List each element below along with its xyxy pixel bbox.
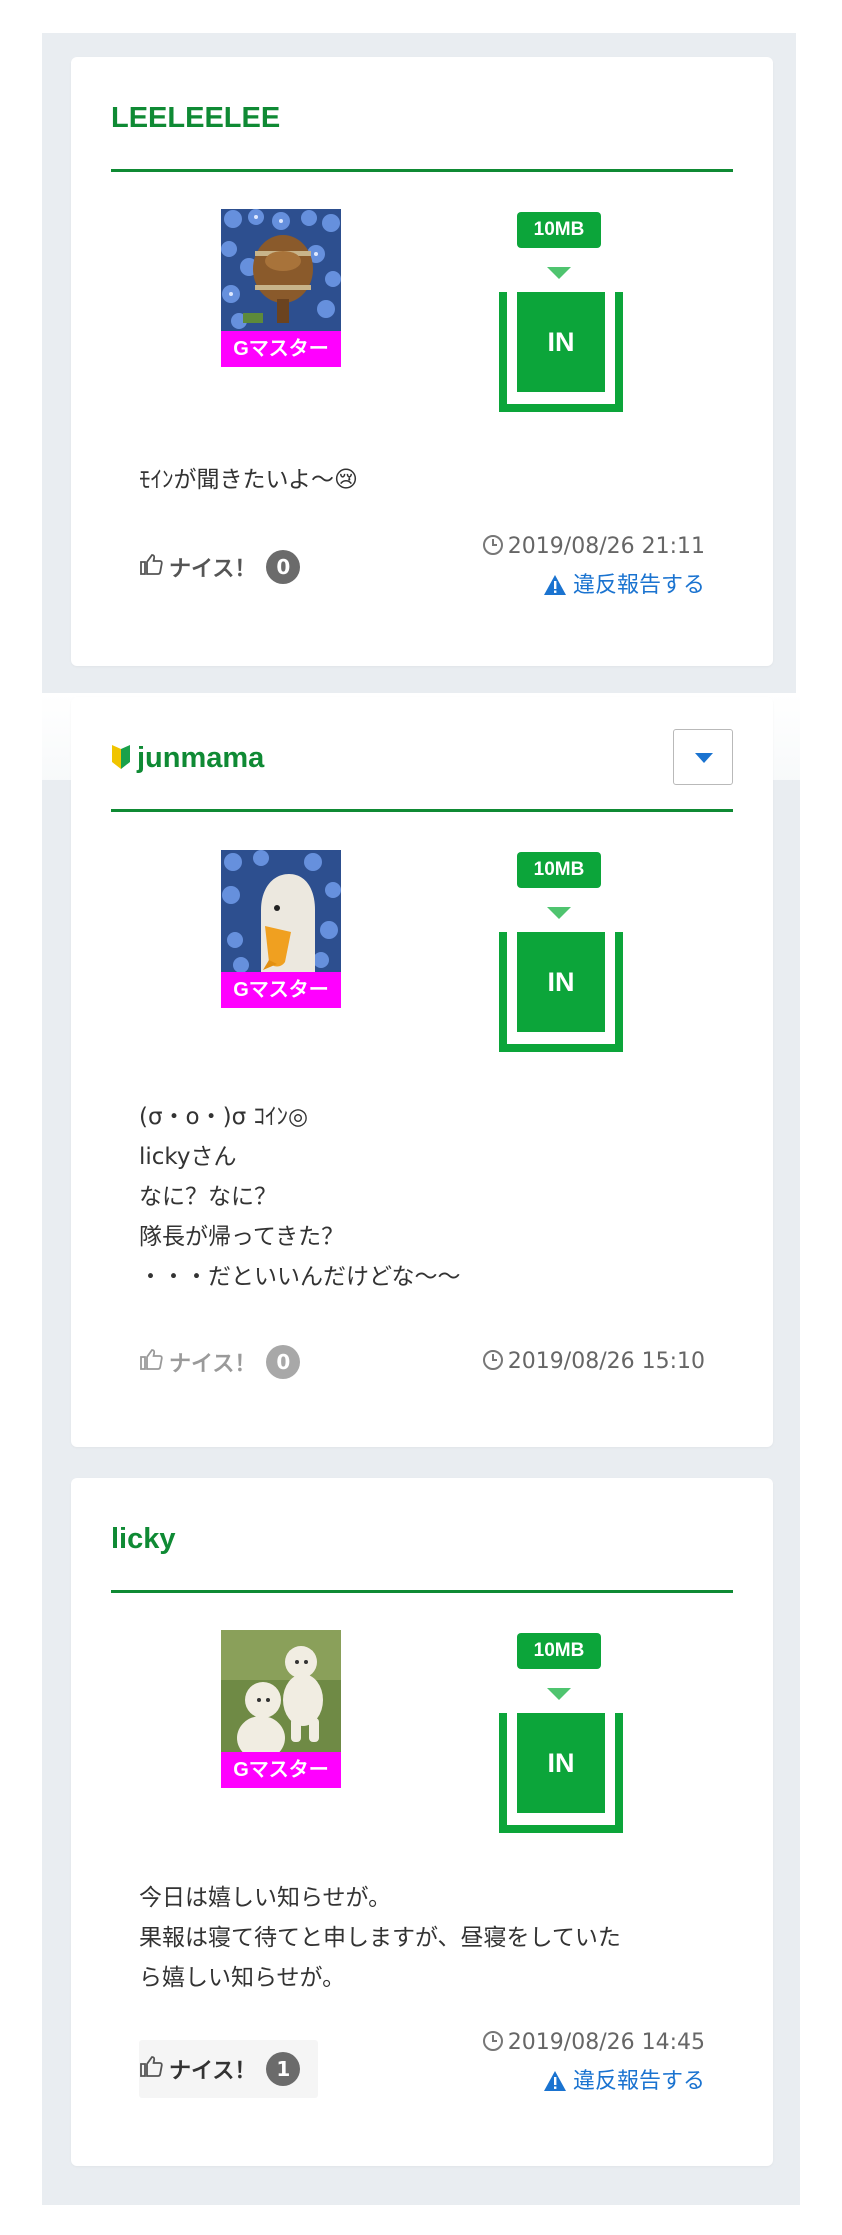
caret-down-icon <box>695 753 713 763</box>
message-line: ﾓｲﾝが聞きたいよ〜😢 <box>139 467 359 493</box>
report-label: 違反報告する <box>572 573 705 598</box>
in-box: IN <box>499 932 623 1052</box>
message-line: 果報は寝て待てと申しますが、昼寝をしていた <box>139 1925 621 1951</box>
message-line: ら嬉しい知らせが。 <box>139 1965 346 1991</box>
user-avatar[interactable]: Gマスター <box>221 850 341 1008</box>
post-card: licky Gマスター 10MB IN 今日は嬉しい知らせが。 果報は寝て待てと… <box>71 1478 773 2166</box>
clock-icon <box>482 535 503 555</box>
user-name-text: junmama <box>137 742 265 774</box>
post-date: 2019/08/26 14:45 <box>482 2024 705 2062</box>
clock-icon <box>482 2031 503 2051</box>
post-header: licky <box>111 1478 733 1593</box>
post-message: ﾓｲﾝが聞きたいよ〜😢 <box>139 460 358 500</box>
like-label: ナイス！ <box>169 1352 257 1377</box>
warning-icon <box>543 2071 566 2091</box>
post-header: junmama <box>111 697 733 812</box>
beginner-mark-icon <box>111 744 131 770</box>
clock-icon <box>482 1350 503 1370</box>
size-tag: 10MB <box>517 212 601 248</box>
rank-badge: Gマスター <box>221 1752 341 1788</box>
date-text: 2019/08/26 15:10 <box>507 1349 705 1374</box>
in-box: IN <box>499 292 623 412</box>
post-date: 2019/08/26 21:11 <box>482 528 705 566</box>
down-arrow-icon <box>547 1688 571 1700</box>
post-message: (σ・o・)σ ｺｲﾝ◎ lickyさん なに？なに？ 隊長が帰ってきた？ ・・… <box>139 1097 461 1297</box>
report-link[interactable]: 違反報告する <box>482 566 705 606</box>
message-line: ・・・だといいんだけどな〜〜 <box>139 1264 461 1290</box>
rank-badge: Gマスター <box>221 331 341 367</box>
message-line: (σ・o・)σ ｺｲﾝ◎ <box>139 1104 309 1130</box>
report-label: 違反報告する <box>572 2069 705 2094</box>
message-line: 今日は嬉しい知らせが。 <box>139 1885 392 1911</box>
user-name-link[interactable]: LEELEELEE <box>111 102 280 135</box>
like-label: ナイス！ <box>169 2059 257 2084</box>
thumbs-up-icon <box>139 553 163 581</box>
user-name-link[interactable]: licky <box>111 1523 176 1556</box>
post-menu-button[interactable] <box>673 729 733 785</box>
thumbs-up-icon <box>139 2055 163 2083</box>
in-indicator: 10MB IN <box>499 1633 623 1833</box>
post-card: LEELEELEE Gマスター 10MB IN ﾓｲﾝが聞きたいよ〜😢 ナイス！… <box>71 57 773 666</box>
like-count-badge: 1 <box>266 2052 301 2086</box>
like-count-badge: 0 <box>266 550 301 584</box>
warning-icon <box>543 575 566 595</box>
message-line: 隊長が帰ってきた？ <box>139 1224 345 1250</box>
report-link[interactable]: 違反報告する <box>482 2062 705 2102</box>
in-label: IN <box>517 1713 605 1813</box>
rank-badge: Gマスター <box>221 972 341 1008</box>
size-tag: 10MB <box>517 852 601 888</box>
post-date: 2019/08/26 15:10 <box>482 1343 705 1381</box>
date-text: 2019/08/26 21:11 <box>507 534 705 559</box>
like-button[interactable]: ナイス！ 0 <box>139 539 318 595</box>
post-meta: 2019/08/26 14:45 違反報告する <box>482 2024 705 2102</box>
like-label: ナイス！ <box>169 557 257 582</box>
like-count-badge: 0 <box>266 1345 301 1379</box>
like-button[interactable]: ナイス！ 1 <box>139 2040 319 2098</box>
post-meta: 2019/08/26 15:10 <box>482 1343 705 1381</box>
post-card: junmama Gマスター 10MB IN (σ・o・)σ ｺｲﾝ◎ licky… <box>71 697 773 1447</box>
like-button[interactable]: ナイス！ 0 <box>139 1334 318 1390</box>
user-avatar[interactable]: Gマスター <box>221 1630 341 1788</box>
down-arrow-icon <box>547 907 571 919</box>
in-indicator: 10MB IN <box>499 852 623 1052</box>
thumbs-up-icon <box>139 1348 163 1376</box>
down-arrow-icon <box>547 267 571 279</box>
message-line: lickyさん <box>139 1144 237 1170</box>
in-label: IN <box>517 932 605 1032</box>
in-label: IN <box>517 292 605 392</box>
message-line: なに？なに？ <box>139 1184 277 1210</box>
in-indicator: 10MB IN <box>499 212 623 412</box>
size-tag: 10MB <box>517 1633 601 1669</box>
in-box: IN <box>499 1713 623 1833</box>
date-text: 2019/08/26 14:45 <box>507 2030 705 2055</box>
post-meta: 2019/08/26 21:11 違反報告する <box>482 528 705 606</box>
post-message: 今日は嬉しい知らせが。 果報は寝て待てと申しますが、昼寝をしていた ら嬉しい知ら… <box>139 1878 621 1998</box>
user-avatar[interactable]: Gマスター <box>221 209 341 367</box>
post-header: LEELEELEE <box>111 57 733 172</box>
user-name-link[interactable]: junmama <box>111 742 264 775</box>
